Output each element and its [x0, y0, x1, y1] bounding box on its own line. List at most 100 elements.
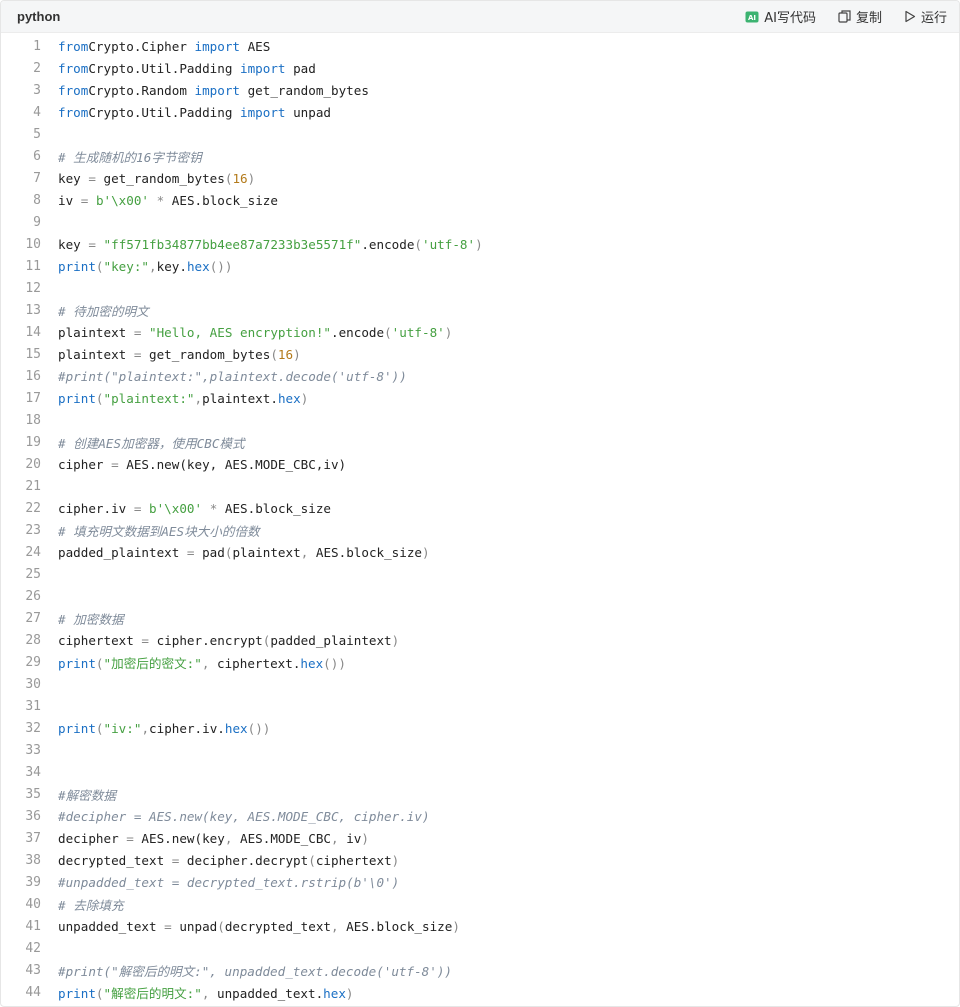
code-text: get_random_bytes	[141, 346, 271, 362]
code-text: plaintext = get_random_bytes(16)	[58, 347, 301, 362]
run-label: 运行	[920, 11, 947, 26]
line-number: 3	[33, 82, 41, 98]
svg-text:AI: AI	[748, 14, 756, 22]
code-number: 16	[277, 346, 294, 362]
line-number: 21	[25, 478, 41, 494]
code-text: .encode	[361, 236, 415, 252]
code-number: 16	[232, 170, 248, 186]
code-text: print("iv:",cipher.iv.hex())	[58, 721, 270, 736]
line-number: 19	[25, 434, 41, 450]
play-icon	[905, 10, 916, 23]
code-string: b'\x00'	[149, 500, 203, 516]
code-punctuation: )	[300, 390, 309, 406]
line-number: 13	[25, 302, 41, 318]
code-punctuation: =	[88, 236, 96, 252]
line-number: 9	[33, 214, 41, 230]
code-punctuation: )	[391, 632, 400, 648]
line-number: 1	[33, 38, 41, 54]
code-block: python AI AI写代码 复制 运行 1 fromCrypto.Ciphe…	[0, 0, 960, 1007]
code-line: 1 fromCrypto.Cipher import AES	[1, 35, 959, 57]
code-text: fromCrypto.Random import get_random_byte…	[58, 83, 369, 98]
code-text: key = "ff571fb34877bb4ee87a7233b3e5571f"…	[58, 237, 483, 252]
code-text: #print("plaintext:",plaintext.decode('ut…	[58, 369, 407, 384]
code-text: AES.new(key	[133, 830, 225, 846]
code-line: 21	[1, 475, 959, 497]
code-line: 39 #unpadded_text = decrypted_text.rstrip…	[1, 871, 959, 893]
code-text: decrypted_text	[224, 918, 331, 934]
code-line: 16 #print("plaintext:",plaintext.decode('…	[1, 365, 959, 387]
line-number: 43	[25, 962, 41, 978]
code-text: decipher.decrypt	[179, 852, 309, 868]
code-comment: # 待加密的明文	[58, 303, 149, 319]
code-line: 29 print("加密后的密文:", ciphertext.hex())	[1, 651, 959, 673]
code-text: unpadded_text	[58, 918, 165, 934]
code-text: AES.block_size	[338, 918, 453, 934]
language-label: python	[17, 9, 61, 24]
code-body[interactable]: 1 fromCrypto.Cipher import AES 2 fromCrypto…	[1, 35, 959, 1003]
code-block-header: python AI AI写代码 复制 运行	[1, 1, 959, 33]
line-number: 5	[33, 126, 41, 142]
code-actions: AI AI写代码 复制 运行	[723, 7, 947, 26]
code-line: 28 ciphertext = cipher.encrypt(padded_pla…	[1, 629, 959, 651]
line-number: 25	[25, 566, 41, 582]
code-text: AES.block_size	[308, 544, 423, 560]
code-text: AES	[240, 38, 271, 54]
code-keyword: from	[58, 60, 89, 76]
code-string: "加密后的密文:"	[103, 655, 202, 671]
code-string: "iv:"	[103, 720, 142, 736]
code-text: get_random_bytes	[95, 170, 225, 186]
line-number: 14	[25, 324, 41, 340]
run-button[interactable]: 运行	[904, 7, 947, 26]
code-line: 20 cipher = AES.new(key, AES.MODE_CBC,iv)	[1, 453, 959, 475]
code-text: iv	[58, 192, 81, 208]
code-line: 33	[1, 739, 959, 761]
code-punctuation: )	[475, 236, 483, 252]
code-line: 8 iv = b'\x00' * AES.block_size	[1, 189, 959, 211]
code-line: 34	[1, 761, 959, 783]
line-number: 6	[33, 148, 41, 164]
code-punctuation: (	[95, 258, 104, 274]
code-text: ciphertext.	[209, 655, 301, 671]
code-line: 38 decrypted_text = decipher.decrypt(ciph…	[1, 849, 959, 871]
line-number: 27	[25, 610, 41, 626]
code-text: print("加密后的密文:", ciphertext.hex())	[58, 653, 346, 672]
code-keyword: hex	[300, 655, 324, 671]
code-text: Crypto.Cipher	[88, 38, 195, 54]
code-line: 12	[1, 277, 959, 299]
line-number: 42	[25, 940, 41, 956]
code-line: 7 key = get_random_bytes(16)	[1, 167, 959, 189]
code-comment: # 加密数据	[58, 611, 124, 627]
code-string: 'utf-8'	[391, 324, 445, 340]
code-line: 4 fromCrypto.Util.Padding import unpad	[1, 101, 959, 123]
code-line: 9	[1, 211, 959, 233]
code-keyword: from	[58, 104, 89, 120]
line-number: 33	[25, 742, 41, 758]
code-text: unpad	[171, 918, 218, 934]
copy-button[interactable]: 复制	[838, 7, 882, 26]
code-punctuation: =	[126, 830, 134, 846]
code-text: unpad	[285, 104, 331, 120]
code-punctuation: )	[247, 170, 256, 186]
ai-write-code-button[interactable]: AI AI写代码	[745, 7, 816, 26]
code-punctuation: =	[88, 170, 96, 186]
code-punctuation: ,	[141, 720, 150, 736]
code-line: 27 # 加密数据	[1, 607, 959, 629]
code-comment: #decipher = AES.new(key, AES.MODE_CBC, c…	[58, 808, 430, 824]
line-number: 17	[25, 390, 41, 406]
code-comment: #print("plaintext:",plaintext.decode('ut…	[58, 368, 407, 384]
code-text: #decipher = AES.new(key, AES.MODE_CBC, c…	[58, 809, 430, 824]
code-text: plaintext	[232, 544, 301, 560]
code-text: Crypto.Util.Padding	[88, 60, 240, 76]
code-comment: # 生成随机的16字节密钥	[58, 149, 202, 165]
code-comment: #解密数据	[58, 787, 116, 803]
line-number: 37	[25, 830, 41, 846]
code-punctuation: ,	[331, 830, 339, 846]
copy-icon	[838, 10, 851, 23]
code-text: # 创建AES加密器，使用CBC模式	[58, 433, 245, 452]
code-punctuation: )	[293, 346, 301, 362]
code-line: 18	[1, 409, 959, 431]
code-line: 24 padded_plaintext = pad(plaintext, AES.…	[1, 541, 959, 563]
code-text: unpadded_text = unpad(decrypted_text, AE…	[58, 919, 460, 934]
